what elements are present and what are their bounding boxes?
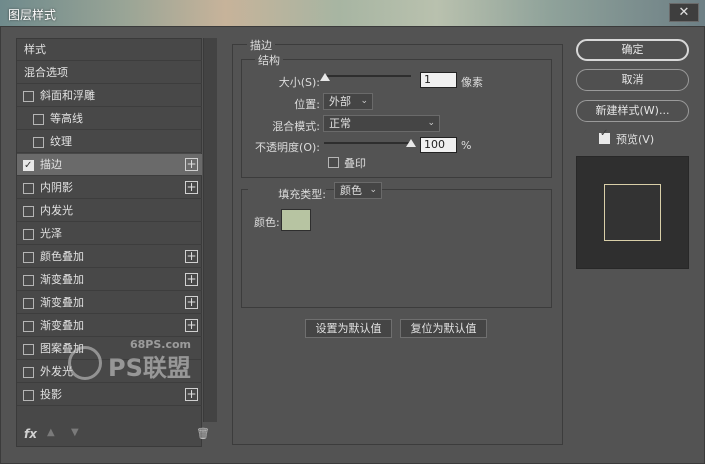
style-item-checkbox[interactable] — [23, 321, 34, 332]
styles-header-label: 样式 — [24, 43, 46, 56]
color-label: 颜色: — [254, 216, 280, 229]
add-style-icon[interactable]: + — [185, 250, 198, 263]
style-item[interactable]: 等高线 — [17, 108, 202, 130]
move-up-icon[interactable]: ▲ — [47, 427, 55, 438]
style-item[interactable]: 斜面和浮雕 — [17, 85, 202, 107]
style-item[interactable]: 内阴影 + — [17, 177, 202, 199]
style-item[interactable]: 颜色叠加 + — [17, 246, 202, 268]
size-input[interactable]: 1 — [420, 72, 457, 88]
set-default-button[interactable]: 设置为默认值 — [305, 319, 392, 338]
size-slider[interactable] — [324, 75, 411, 77]
style-item-checkbox[interactable] — [33, 137, 44, 148]
style-item-label: 光泽 — [40, 227, 62, 240]
add-style-icon[interactable]: + — [185, 158, 198, 171]
style-item-label: 颜色叠加 — [40, 250, 84, 263]
add-style-icon[interactable]: + — [185, 273, 198, 286]
size-unit: 像素 — [461, 76, 483, 89]
style-item[interactable]: 纹理 — [17, 131, 202, 153]
watermark-logo: 68PS.com PS联盟 — [68, 336, 208, 406]
trash-icon[interactable]: 🗑 — [196, 427, 210, 440]
styles-header[interactable]: 样式 — [17, 39, 202, 61]
styles-list-footer: fx ▲ ▼ 🗑 — [16, 424, 216, 446]
style-preview-swatch — [604, 184, 661, 241]
title-bar: 图层样式 ✕ — [0, 0, 705, 26]
opacity-input[interactable]: 100 — [420, 137, 457, 153]
fill-type-label: 填充类型: — [248, 186, 326, 202]
opacity-label: 不透明度(O): — [255, 141, 320, 154]
chevron-down-icon: ⌄ — [427, 118, 435, 128]
style-item-label: 描边 — [40, 158, 62, 171]
style-item-label: 纹理 — [50, 135, 72, 148]
style-item-label: 投影 — [40, 388, 62, 401]
style-item-checkbox[interactable] — [23, 206, 34, 217]
opacity-slider[interactable] — [324, 142, 411, 144]
style-item-label: 内阴影 — [40, 181, 73, 194]
style-item-checkbox[interactable] — [23, 229, 34, 240]
add-style-icon[interactable]: + — [185, 319, 198, 332]
overprint-label: 叠印 — [344, 157, 366, 170]
style-item-checkbox[interactable] — [23, 390, 34, 401]
blend-options-item[interactable]: 混合选项 — [17, 62, 202, 84]
dialog-title: 图层样式 — [8, 8, 57, 22]
style-item[interactable]: 描边 + — [17, 154, 202, 177]
style-item-checkbox[interactable] — [23, 275, 34, 286]
close-button[interactable]: ✕ — [669, 3, 699, 22]
size-slider-thumb[interactable] — [319, 73, 330, 81]
cancel-button[interactable]: 取消 — [576, 69, 689, 91]
position-select-value: 外部 — [329, 95, 351, 108]
opacity-slider-thumb[interactable] — [406, 139, 416, 147]
preview-checkbox[interactable] — [599, 128, 610, 144]
style-item-label: 渐变叠加 — [40, 296, 84, 309]
blend-mode-select-value: 正常 — [329, 117, 351, 130]
style-item-label: 渐变叠加 — [40, 319, 84, 332]
style-item-checkbox[interactable] — [23, 298, 34, 309]
fill-type-select-value: 颜色 — [340, 184, 362, 197]
style-item-checkbox[interactable] — [23, 252, 34, 263]
style-preview — [576, 156, 689, 269]
style-item-label: 内发光 — [40, 204, 73, 217]
chevron-down-icon: ⌄ — [360, 96, 368, 106]
style-item[interactable]: 渐变叠加 + — [17, 315, 202, 337]
fill-group — [241, 189, 552, 308]
style-item-checkbox[interactable] — [23, 183, 34, 194]
stroke-group-title: 描边 — [247, 37, 275, 53]
style-item[interactable]: 渐变叠加 + — [17, 269, 202, 291]
style-item-label: 等高线 — [50, 112, 83, 125]
style-item-label: 渐变叠加 — [40, 273, 84, 286]
style-item-checkbox[interactable] — [23, 155, 34, 177]
style-item[interactable]: 渐变叠加 + — [17, 292, 202, 314]
blend-mode-select[interactable]: 正常 ⌄ — [323, 115, 440, 132]
watermark-text: PS联盟 — [108, 354, 191, 382]
style-item-checkbox[interactable] — [23, 344, 34, 355]
opacity-unit: % — [461, 139, 472, 152]
style-item[interactable]: 内发光 — [17, 200, 202, 222]
style-item-checkbox[interactable] — [33, 114, 44, 125]
chevron-down-icon: ⌄ — [369, 185, 377, 195]
position-select[interactable]: 外部 ⌄ — [323, 93, 373, 110]
preview-label: 预览(V) — [616, 133, 655, 146]
add-style-icon[interactable]: + — [185, 296, 198, 309]
new-style-button[interactable]: 新建样式(W)... — [576, 100, 689, 122]
style-item-checkbox[interactable] — [23, 91, 34, 102]
watermark-circle-icon — [68, 346, 102, 380]
overprint-checkbox[interactable] — [328, 157, 339, 168]
style-item-label: 斜面和浮雕 — [40, 89, 95, 102]
size-label: 大小(S): — [278, 76, 320, 89]
fill-type-select[interactable]: 颜色 ⌄ — [334, 182, 382, 199]
position-label: 位置: — [294, 98, 320, 111]
blend-mode-label: 混合模式: — [272, 120, 320, 133]
structure-group-title: 结构 — [255, 52, 283, 68]
fx-menu-button[interactable]: fx — [24, 427, 37, 441]
blend-options-label: 混合选项 — [24, 66, 68, 79]
style-item-checkbox[interactable] — [23, 367, 34, 378]
move-down-icon[interactable]: ▼ — [71, 427, 79, 438]
add-style-icon[interactable]: + — [185, 181, 198, 194]
color-swatch[interactable] — [281, 209, 311, 231]
style-item[interactable]: 光泽 — [17, 223, 202, 245]
reset-default-button[interactable]: 复位为默认值 — [400, 319, 487, 338]
ok-button[interactable]: 确定 — [576, 39, 689, 61]
